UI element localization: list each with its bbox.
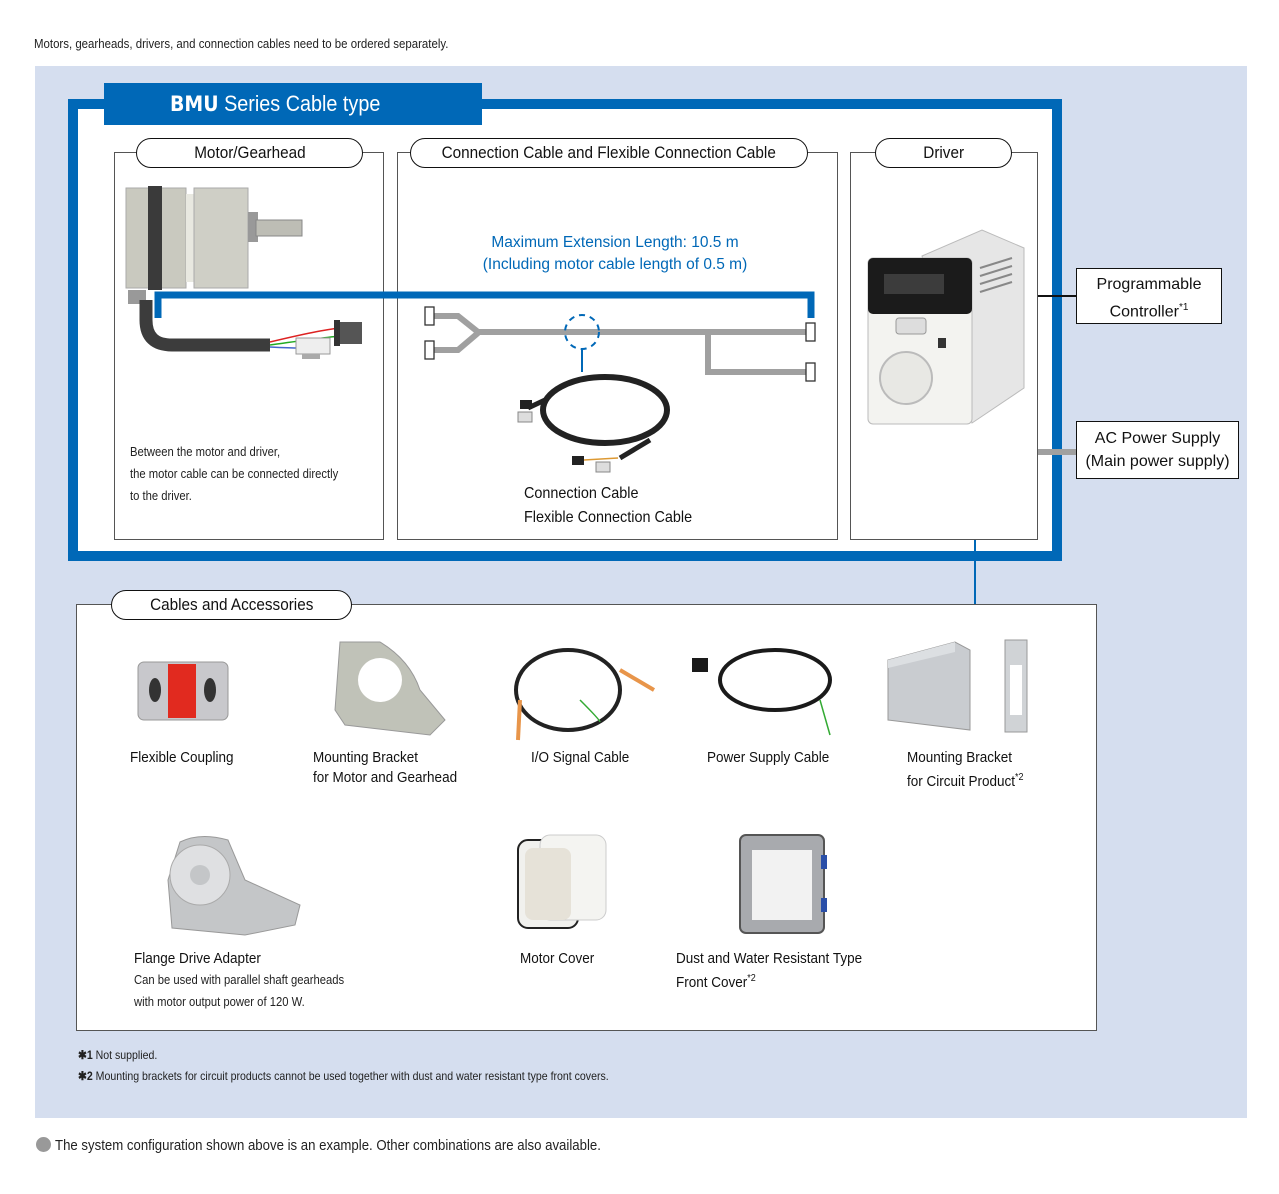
accessory-circuit-mounting-bracket: Mounting Bracket for Circuit Product*2: [907, 749, 1024, 790]
accessory-motor-cover: Motor Cover: [520, 950, 595, 967]
accessory-icons: [137, 639, 1028, 936]
bullet-icon: [36, 1137, 51, 1152]
circuit-mounting-bracket-icon: [887, 639, 1028, 733]
front-cover-icon: [739, 834, 827, 934]
accessory-power-supply-cable: Power Supply Cable: [707, 749, 830, 766]
io-signal-cable-icon: [514, 648, 656, 741]
footnotes: ✱1 Not supplied. ✱2 Mounting brackets fo…: [78, 1045, 609, 1087]
accessory-flange-drive-adapter: Flange Drive Adapter Can be used with pa…: [134, 950, 345, 1009]
accessory-front-cover: Dust and Water Resistant Type Front Cove…: [676, 950, 863, 991]
accessory-flexible-coupling: Flexible Coupling: [130, 749, 234, 766]
footnote-2: ✱2 Mounting brackets for circuit product…: [78, 1069, 609, 1083]
bottom-note: The system configuration shown above is …: [36, 1137, 675, 1154]
power-supply-cable-icon: [692, 648, 832, 736]
footnote-1: ✱1 Not supplied.: [78, 1048, 158, 1062]
flange-drive-adapter-icon: [167, 836, 301, 936]
accessory-io-signal-cable: I/O Signal Cable: [531, 749, 630, 766]
motor-mounting-bracket-icon: [334, 641, 446, 736]
flexible-coupling-icon: [137, 661, 229, 721]
motor-cover-icon: [517, 834, 607, 929]
accessory-motor-mounting-bracket: Mounting Bracket for Motor and Gearhead: [313, 749, 458, 786]
